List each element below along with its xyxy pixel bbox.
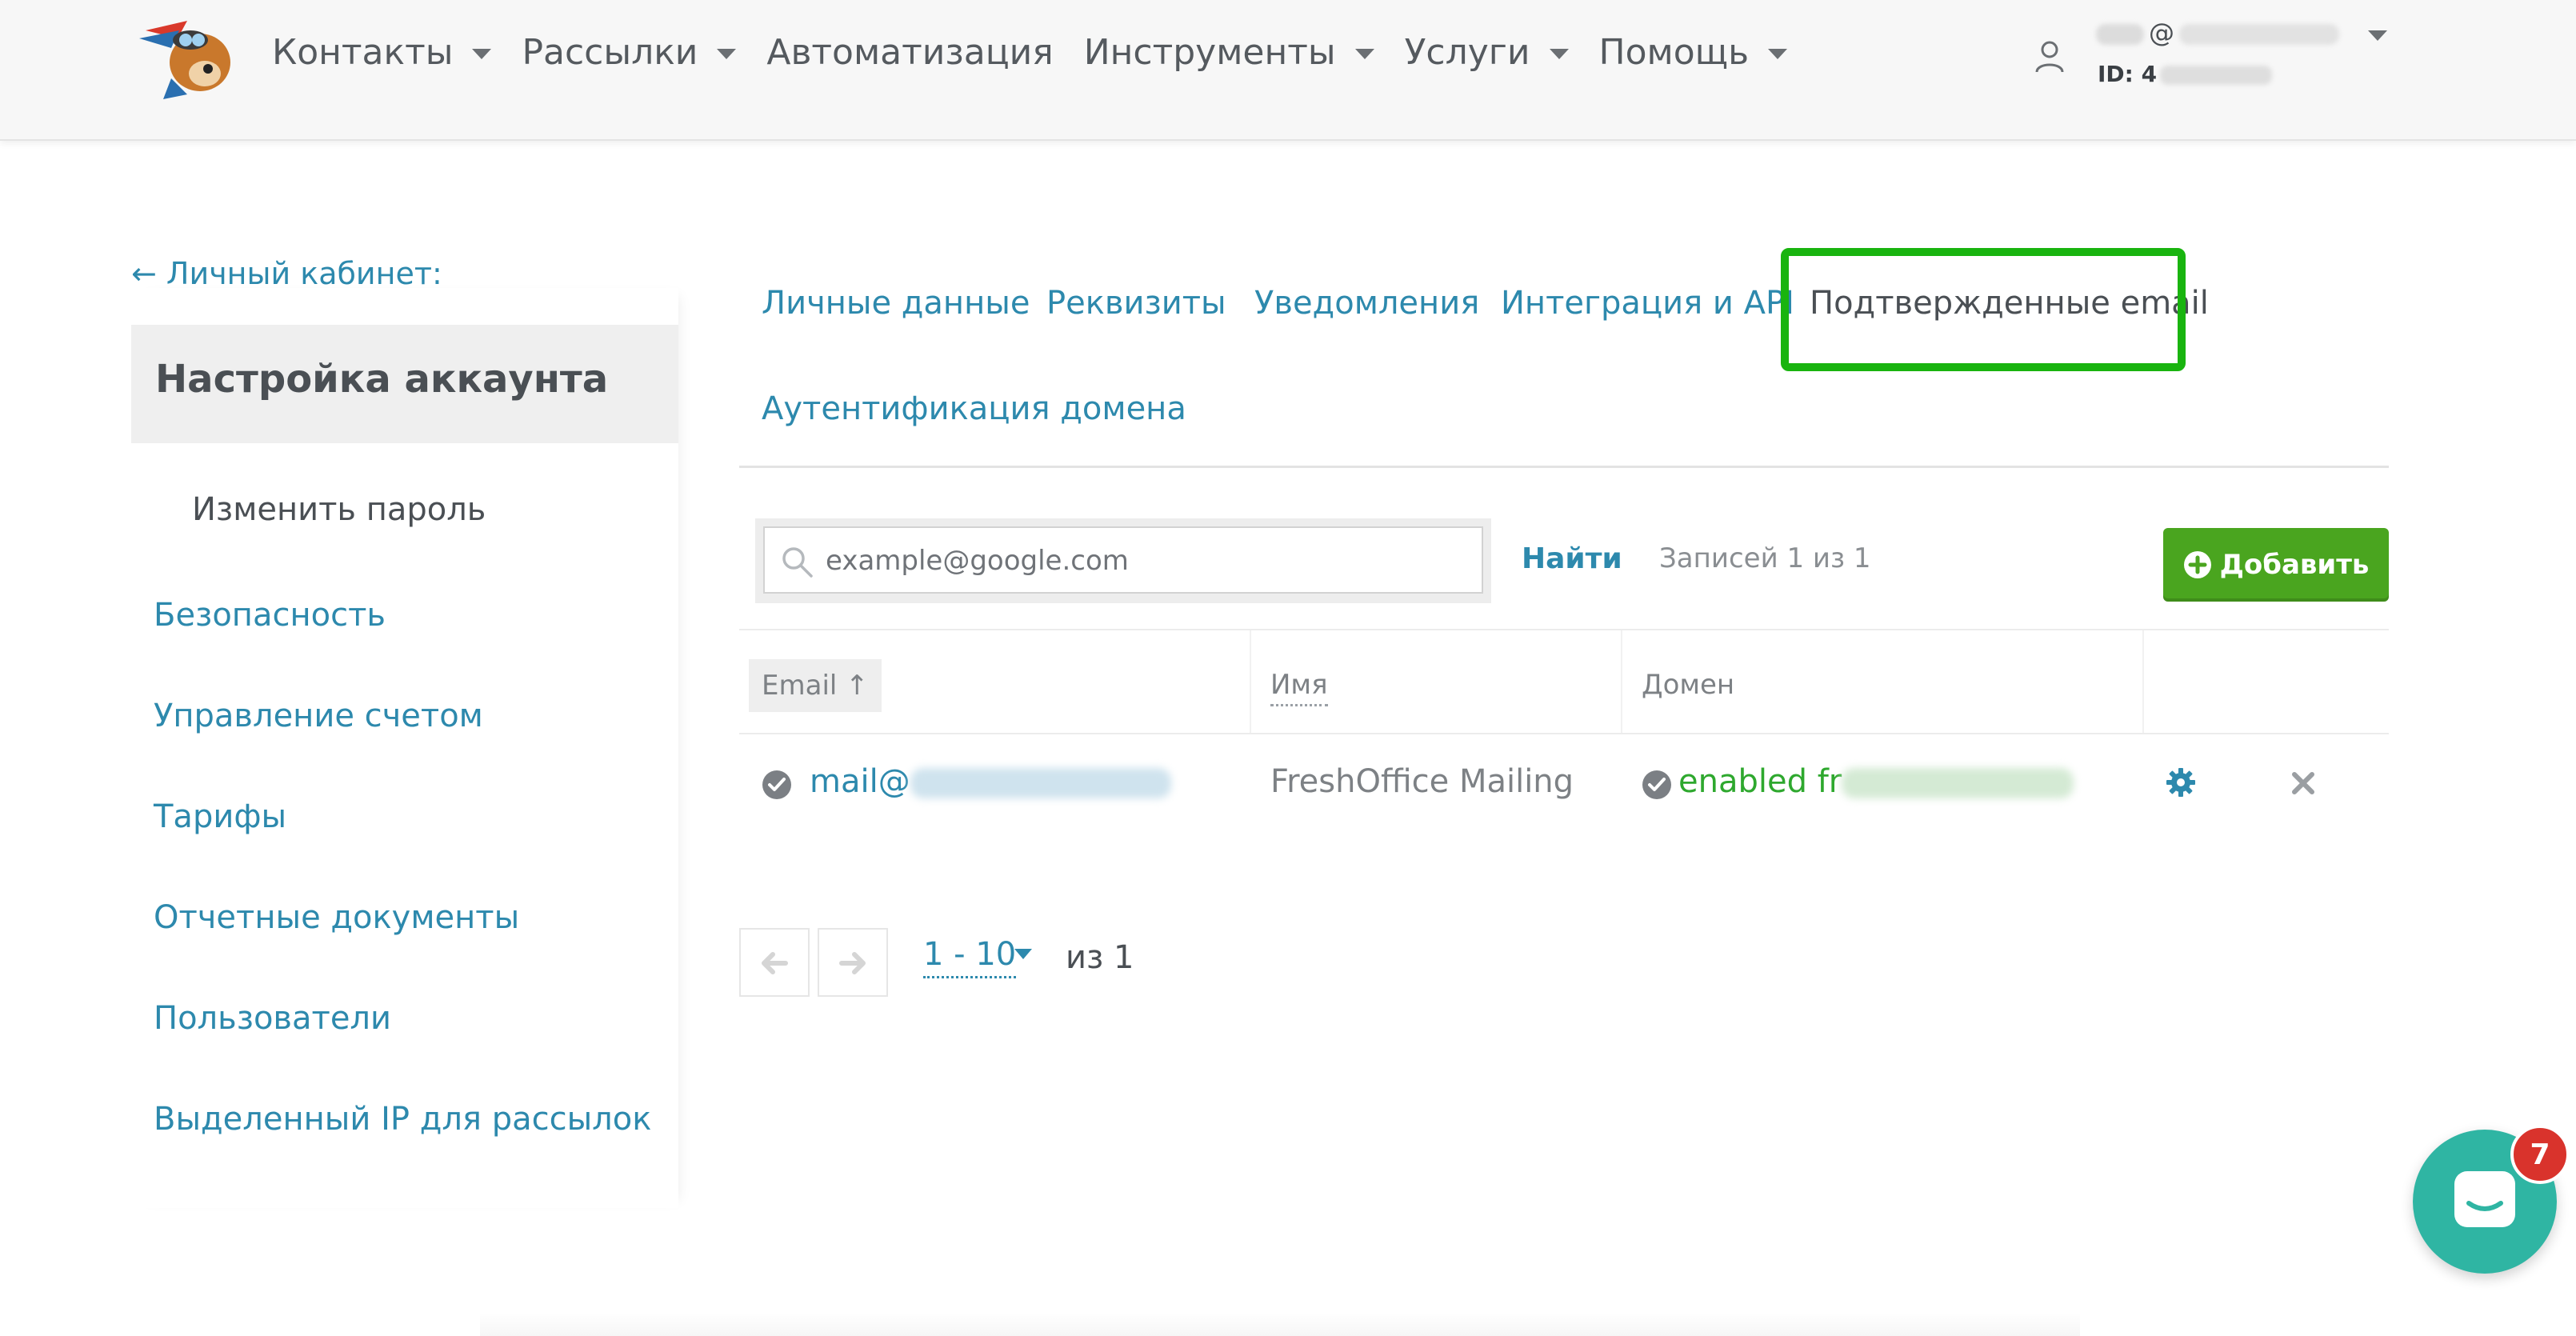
sidebar-item-billing[interactable]: Управление счетом [154,698,483,734]
user-account-id: ID: 4 [2098,61,2273,87]
nav-help-label: Помощь [1598,31,1750,73]
row-name: FreshOffice Mailing [1270,763,1574,800]
page-total: из 1 [1066,939,1134,976]
arrow-right-icon [839,952,866,974]
check-circle-icon [1642,770,1671,799]
footer-shadow [480,1312,2080,1336]
column-separator [2142,630,2144,734]
notification-badge: 7 [2510,1125,2570,1184]
page-size-select[interactable]: 1 - 10 [923,936,1017,978]
nav-services-label: Услуги [1404,31,1530,73]
redacted-text [2160,66,2273,85]
active-tab-highlight [1781,248,2186,371]
next-page-button[interactable] [818,928,888,997]
nav-contacts-label: Контакты [272,31,454,73]
user-id-label: ID: 4 [2098,61,2158,87]
row-email: mail@ [810,763,910,800]
redacted-text [2179,24,2339,45]
sidebar-item-security[interactable]: Безопасность [154,597,386,634]
user-icon[interactable] [2030,37,2069,75]
arrow-left-icon [762,952,788,974]
table-header-border [739,733,2389,734]
records-count: Записей 1 из 1 [1659,542,1871,574]
sidebar-item-users[interactable]: Пользователи [154,1000,391,1037]
user-email-at: @ [2149,18,2174,48]
main-nav: Контакты Рассылки Автоматизация Инструме… [272,24,1818,80]
chevron-down-icon [1549,48,1569,59]
row-email-link[interactable]: mail@ [810,763,1171,800]
search-icon [782,547,813,578]
chevron-down-icon [1768,48,1787,59]
tab-notifications[interactable]: Уведомления [1254,285,1479,322]
chevron-down-icon [1354,48,1374,59]
sidebar-title-block: Настройка аккаунта [131,325,678,443]
column-header-name[interactable]: Имя [1270,669,1328,706]
search-box [763,526,1483,594]
sidebar-item-tariffs[interactable]: Тарифы [154,798,286,835]
chevron-down-icon [472,48,492,59]
check-circle-icon [762,770,791,799]
gear-icon[interactable] [2165,766,2197,798]
back-to-cabinet-link[interactable]: ← Личный кабинет: [131,256,442,291]
chat-icon [2454,1171,2515,1227]
sidebar-title: Настройка аккаунта [155,357,609,402]
nav-automation-label: Автоматизация [766,31,1054,73]
user-account-email[interactable]: @ [2096,18,2339,48]
plus-circle-icon [2183,551,2211,578]
column-header-email[interactable]: Email ↑ [749,659,882,712]
tab-domain-authentication[interactable]: Аутентификация домена [762,390,1186,427]
nav-help[interactable]: Помощь [1598,31,1787,73]
nav-services[interactable]: Услуги [1405,32,1569,73]
tab-personal-data[interactable]: Личные данные [762,285,1030,322]
row-domain-status: enabled fr [1678,763,2074,800]
nav-tools-label: Инструменты [1083,31,1336,73]
sidebar-item-change-password[interactable]: Изменить пароль [192,491,486,528]
column-separator [1250,630,1251,734]
column-separator [1621,630,1622,734]
add-button[interactable]: Добавить [2163,528,2389,602]
logo-icon[interactable] [131,6,240,102]
prev-page-button[interactable] [739,928,810,997]
chevron-down-icon[interactable] [1014,949,1032,959]
redacted-text [2096,24,2144,45]
find-button[interactable]: Найти [1522,542,1622,575]
column-header-domain[interactable]: Домен [1642,669,1734,701]
tab-integration-api[interactable]: Интеграция и API [1501,285,1794,322]
sidebar-item-reports[interactable]: Отчетные документы [154,899,519,936]
table-top-border [739,629,2389,630]
nav-mailings[interactable]: Рассылки [522,31,737,73]
add-button-label: Добавить [2219,549,2370,581]
close-icon[interactable] [2290,770,2317,797]
chevron-down-icon [717,48,737,59]
nav-automation[interactable]: Автоматизация [766,32,1053,73]
redacted-text [910,768,1171,798]
search-input[interactable] [824,536,1467,586]
chevron-down-icon[interactable] [2368,30,2387,41]
nav-mailings-label: Рассылки [522,31,698,73]
tab-requisites[interactable]: Реквизиты [1046,285,1226,322]
nav-tools[interactable]: Инструменты [1084,32,1374,73]
nav-contacts[interactable]: Контакты [272,31,492,73]
tabs-divider [739,466,2389,468]
row-domain: enabled fr [1678,763,1842,800]
sidebar-item-dedicated-ip[interactable]: Выделенный IP для рассылок [154,1101,651,1138]
search-bar [755,518,1491,603]
redacted-text [1842,768,2074,798]
top-navbar: Контакты Рассылки Автоматизация Инструме… [0,0,2576,141]
column-header-name-label: Имя [1270,669,1328,706]
